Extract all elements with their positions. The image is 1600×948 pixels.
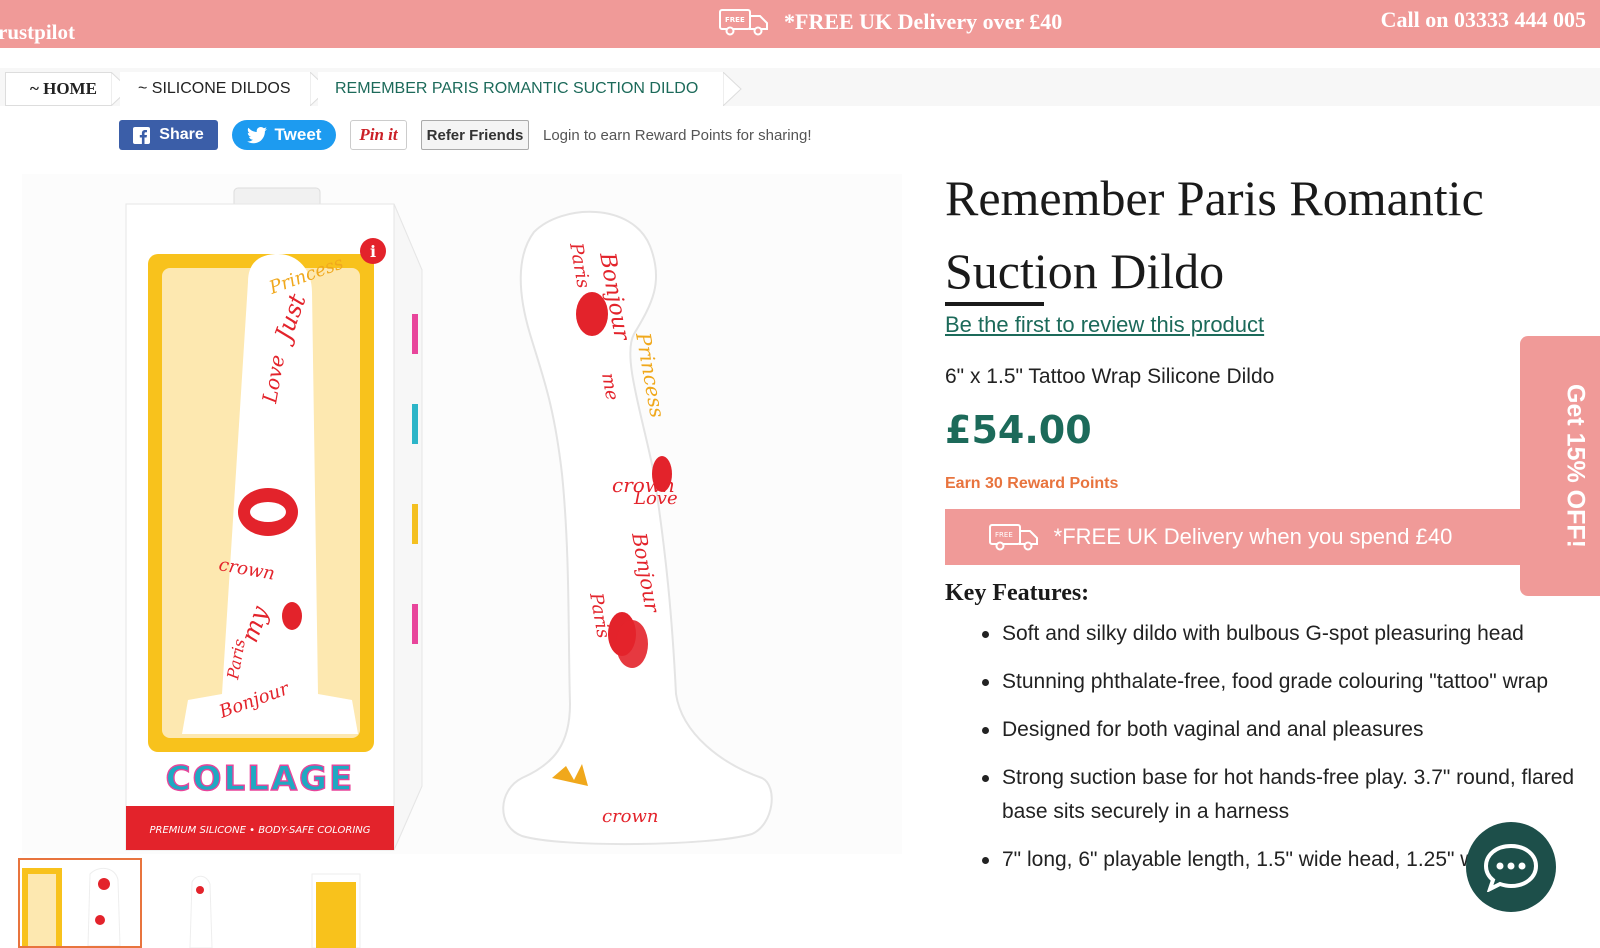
key-features-heading: Key Features: [945, 580, 1090, 606]
feature-item: Strong suction base for hot hands-free p… [980, 761, 1580, 829]
product-price: £54.00 [945, 408, 1092, 452]
title-divider [945, 302, 1044, 306]
product-image[interactable]: i COLLAGE PREMIUM SILICONE • BODY-SAFE C… [22, 174, 902, 854]
feature-item: Designed for both vaginal and anal pleas… [980, 713, 1580, 747]
breadcrumb-separator-icon [723, 72, 742, 106]
box-brand-text: COLLAGE [166, 759, 355, 799]
delivery-banner: FREE *FREE UK Delivery when you spend £4… [945, 509, 1545, 565]
refer-friends-label: Refer Friends [426, 126, 524, 144]
breadcrumb-current: REMEMBER PARIS ROMANTIC SUCTION DILDO [318, 72, 723, 106]
twitter-bird-icon [246, 126, 267, 143]
trustpilot-link[interactable]: rustpilot [0, 20, 75, 45]
tattoo-word: crown [602, 806, 659, 827]
box-tagline-text: PREMIUM SILICONE • BODY-SAFE COLORING [149, 825, 370, 836]
product-subtitle: 6" x 1.5" Tattoo Wrap Silicone Dildo [945, 365, 1275, 388]
facebook-share-label: Share [159, 126, 204, 143]
chat-widget-button[interactable] [1466, 822, 1556, 912]
pin-it-label: Pin it [359, 125, 398, 144]
tweet-label: Tweet [274, 125, 322, 144]
feature-item: Soft and silky dildo with bulbous G-spot… [980, 617, 1580, 651]
product-title: Remember Paris Romantic Suction Dildo [945, 170, 1484, 299]
pin-it-button[interactable]: Pin it [350, 120, 407, 150]
thumbnail-1[interactable] [18, 858, 142, 948]
breadcrumb-home[interactable]: ~ HOME [5, 72, 111, 106]
van-badge-text: FREE [995, 531, 1013, 539]
share-reward-note: Login to earn Reward Points for sharing! [543, 126, 812, 144]
breadcrumb: ~ HOME ~ SILICONE DILDOS REMEMBER PARIS … [0, 68, 1600, 106]
svg-text:i: i [370, 242, 376, 261]
promo-text: *FREE UK Delivery over £40 [784, 9, 1063, 34]
van-badge-text: FREE [725, 16, 745, 24]
facebook-share-button[interactable]: Share [119, 120, 218, 150]
product-photo: i COLLAGE PREMIUM SILICONE • BODY-SAFE C… [125, 187, 773, 851]
delivery-promo: FREE *FREE UK Delivery over £40 [718, 7, 1062, 37]
thumbnail-3[interactable] [296, 858, 420, 948]
delivery-van-icon: FREE [719, 9, 768, 36]
refer-friends-button[interactable]: Refer Friends [421, 120, 529, 150]
phone-number[interactable]: Call on 03333 444 005 [1381, 7, 1586, 33]
discount-side-tab[interactable]: Get 15% OFF! [1520, 336, 1600, 596]
facebook-icon [133, 126, 151, 144]
tweet-button[interactable]: Tweet [232, 120, 336, 150]
thumbnail-2[interactable] [156, 858, 280, 948]
thumbnail-image [189, 875, 213, 948]
thumbnail-image [22, 867, 121, 947]
chat-bubble-icon [1483, 843, 1539, 892]
first-review-link[interactable]: Be the first to review this product [945, 312, 1264, 338]
delivery-van-icon: FREE [988, 524, 1038, 551]
thumbnail-image [311, 873, 361, 948]
tattoo-word: crown [612, 473, 675, 497]
reward-points: Earn 30 Reward Points [945, 475, 1119, 492]
delivery-banner-text: *FREE UK Delivery when you spend £40 [1053, 524, 1453, 549]
feature-item: Stunning phthalate-free, food grade colo… [980, 665, 1580, 699]
breadcrumb-category[interactable]: ~ SILICONE DILDOS [120, 72, 310, 106]
discount-side-tab-label: Get 15% OFF! [1561, 384, 1590, 548]
top-banner: rustpilot FREE *FREE UK Delivery over £4… [0, 0, 1600, 48]
